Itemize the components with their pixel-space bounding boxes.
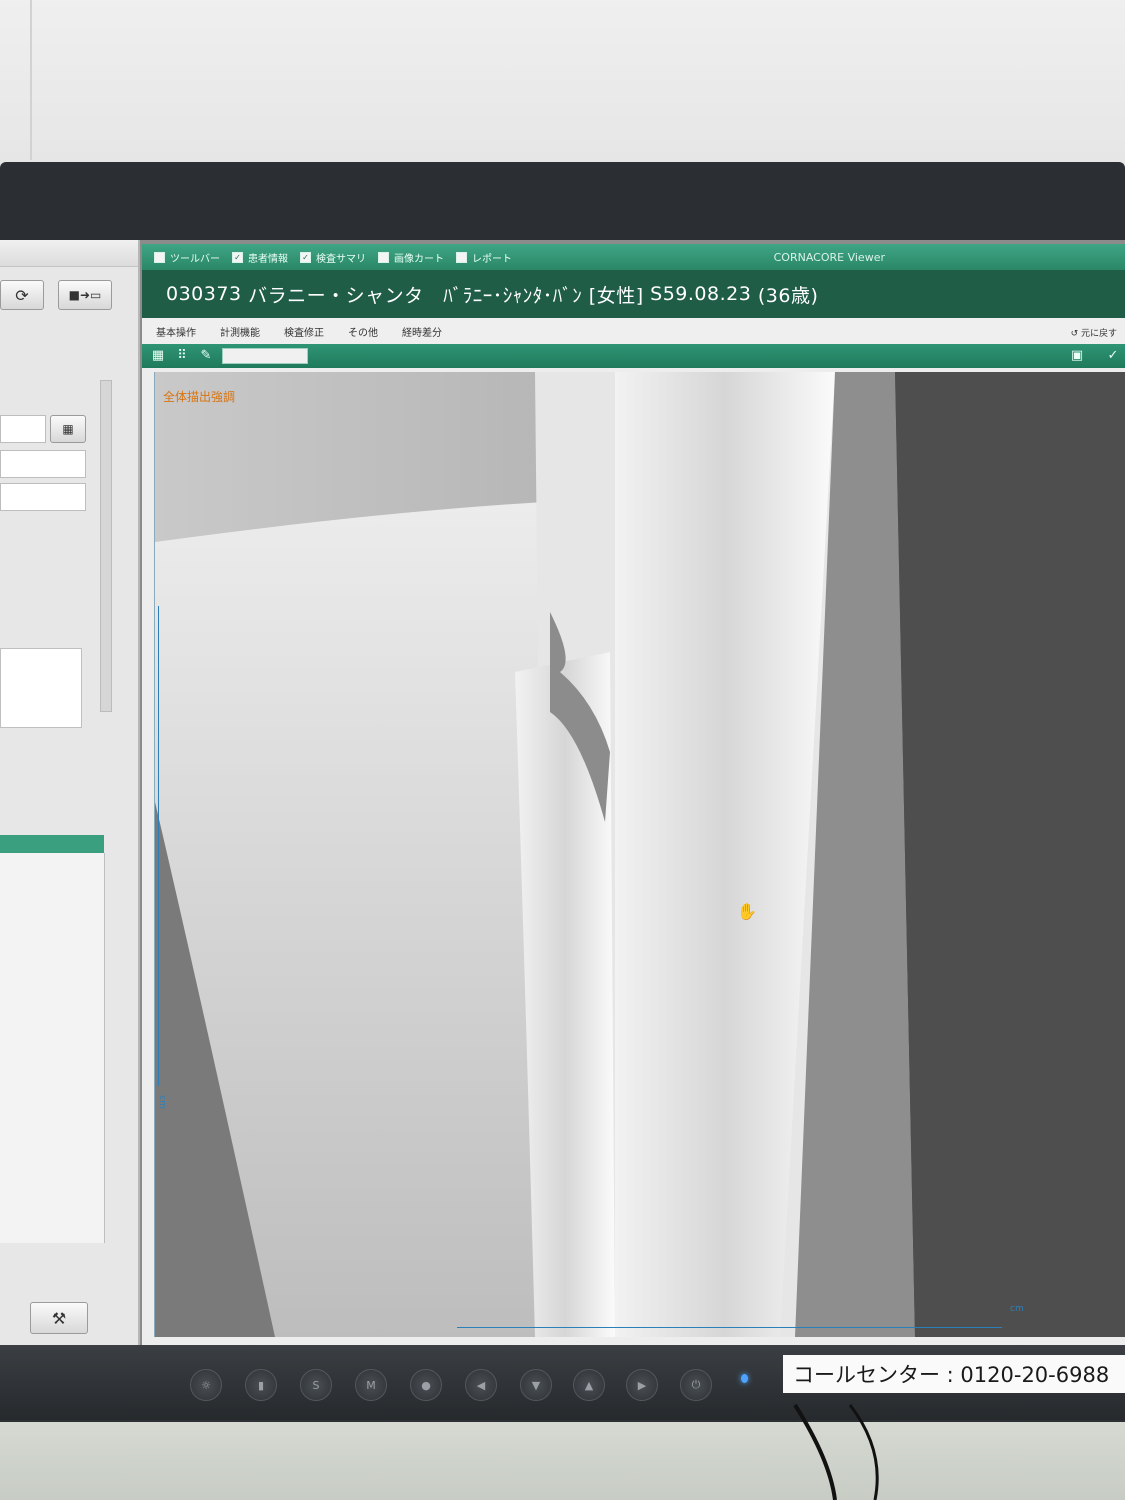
patient-name-kana: ﾊﾞﾗﾆｰ･ｼｬﾝﾀ･ﾊﾞﾝ <box>443 284 583 307</box>
checkbox-icon <box>456 251 467 263</box>
patient-sex: [女性] <box>588 284 644 307</box>
vertical-scale-ruler <box>158 606 165 1086</box>
toggle-label: ツールバー <box>170 253 220 265</box>
left-arrow-icon[interactable]: ◀ <box>465 1369 497 1401</box>
toggle-image-cart[interactable]: 画像カート <box>378 250 444 265</box>
menu-exam-correction[interactable]: 検査修正 <box>274 321 334 342</box>
menu-basic-operation[interactable]: 基本操作 <box>146 321 206 342</box>
right-arrow-icon[interactable]: ▶ <box>626 1369 658 1401</box>
signal-icon[interactable]: ▮ <box>245 1369 277 1401</box>
call-center-sticker: コールセンター : 0120-20-6988 お客 <box>783 1355 1125 1393</box>
toggle-exam-summary[interactable]: ✓ 検査サマリ <box>300 250 366 265</box>
monitor-screen: ⟳ ■➜▭ ▦ ⚒ ツールバー ✓ 患者情報 ✓ 検査サマリ 画像カート レポート … <box>0 240 1125 1345</box>
undo-label: 元に戻す <box>1080 329 1117 339</box>
checkbox-icon <box>154 251 165 263</box>
text-field-2[interactable] <box>0 483 86 511</box>
viewer-window: ツールバー ✓ 患者情報 ✓ 検査サマリ 画像カート レポート CORNACORE … <box>142 244 1125 1345</box>
patient-id: 030373 <box>166 283 242 305</box>
tools-icon: ⚒ <box>51 1308 67 1328</box>
down-arrow-icon[interactable]: ▼ <box>520 1369 552 1401</box>
check-icon[interactable]: ✓ <box>1105 348 1121 364</box>
tools-button[interactable]: ⚒ <box>30 1302 88 1334</box>
save-icon[interactable]: ▣ <box>1069 348 1085 364</box>
button-s-icon[interactable]: S <box>300 1369 332 1401</box>
horizontal-ruler-unit: cm <box>1010 1304 1024 1314</box>
sticker-text: コールセンター : 0120-20-6988 お客 <box>793 1363 1125 1387</box>
image-toolbar: ▦ ⠿ ✎ ▣ ✓ <box>142 344 1125 368</box>
undo-icon: ↺ <box>1070 329 1079 339</box>
vertical-ruler-unit: cm <box>156 1095 167 1109</box>
app-title: CORNACORE Viewer <box>773 251 885 264</box>
monitor-arrow-button[interactable]: ■➜▭ <box>58 280 112 310</box>
toggle-report[interactable]: レポート <box>456 250 512 265</box>
up-arrow-icon[interactable]: ▲ <box>573 1369 605 1401</box>
processing-label: 全体描出強調 <box>163 390 236 404</box>
refresh-icon: ⟳ <box>15 285 29 305</box>
toggle-patient-info[interactable]: ✓ 患者情報 <box>232 250 288 265</box>
patient-birth-date: S59.08.23 <box>650 283 752 305</box>
ruler-pencil-icon[interactable]: ✎ <box>198 348 214 364</box>
left-window-titlebar <box>0 240 138 267</box>
horizontal-scale-ruler <box>457 1327 1002 1332</box>
function-menu-bar: 基本操作 計測機能 検査修正 その他 経時差分 <box>142 318 1125 345</box>
checkbox-checked-icon: ✓ <box>300 251 311 263</box>
layout-icon[interactable]: ⠿ <box>174 348 190 364</box>
toggle-label: 患者情報 <box>248 253 288 265</box>
hand-cursor-icon: ✋ <box>737 902 757 921</box>
monitor-cable <box>793 1403 879 1500</box>
keypad-button[interactable]: ▦ <box>50 415 86 443</box>
search-field[interactable] <box>0 415 46 443</box>
xray-image <box>155 372 1125 1337</box>
patient-name: バラニー・シャンタ <box>248 284 424 307</box>
wall-seam <box>30 0 32 160</box>
power-icon[interactable]: ⏻ <box>680 1369 712 1401</box>
layout-select[interactable] <box>222 348 308 364</box>
panel-toggle-bar: ツールバー ✓ 患者情報 ✓ 検査サマリ 画像カート レポート CORNACORE … <box>142 244 1125 270</box>
notes-textarea[interactable] <box>0 648 82 728</box>
record-icon[interactable]: ● <box>410 1369 442 1401</box>
brightness-icon[interactable]: ☼ <box>190 1369 222 1401</box>
power-led <box>741 1374 748 1383</box>
grid-icon[interactable]: ▦ <box>150 348 166 364</box>
monitor-arrow-icon: ■➜▭ <box>68 288 102 302</box>
grid-icon: ▦ <box>62 422 74 436</box>
text-field-1[interactable] <box>0 450 86 478</box>
toggle-toolbar[interactable]: ツールバー <box>154 250 220 265</box>
xray-image-viewport[interactable]: 全体描出強調 cm cm ✋ <box>154 372 1125 1337</box>
menu-measurement[interactable]: 計測機能 <box>210 321 270 342</box>
menu-other[interactable]: その他 <box>338 321 388 342</box>
toggle-label: レポート <box>472 253 512 265</box>
left-panel: ⟳ ■➜▭ ▦ ⚒ <box>0 240 140 1345</box>
left-scrollbar[interactable] <box>100 380 112 712</box>
menu-temporal-subtraction[interactable]: 経時差分 <box>392 321 452 342</box>
checkbox-checked-icon: ✓ <box>232 251 243 263</box>
patient-age: (36歳) <box>757 284 819 307</box>
toggle-label: 検査サマリ <box>316 253 366 265</box>
undo-button[interactable]: ↺ 元に戻す <box>1071 326 1117 339</box>
patient-info-bar: 030373 バラニー・シャンタ ﾊﾞﾗﾆｰ･ｼｬﾝﾀ･ﾊﾞﾝ [女性] S59… <box>142 270 1125 318</box>
refresh-button[interactable]: ⟳ <box>0 280 44 310</box>
toggle-label: 画像カート <box>394 253 444 265</box>
list-header <box>0 835 104 853</box>
button-m-icon[interactable]: M <box>355 1369 387 1401</box>
checkbox-icon <box>378 251 389 263</box>
study-list[interactable] <box>0 853 105 1243</box>
